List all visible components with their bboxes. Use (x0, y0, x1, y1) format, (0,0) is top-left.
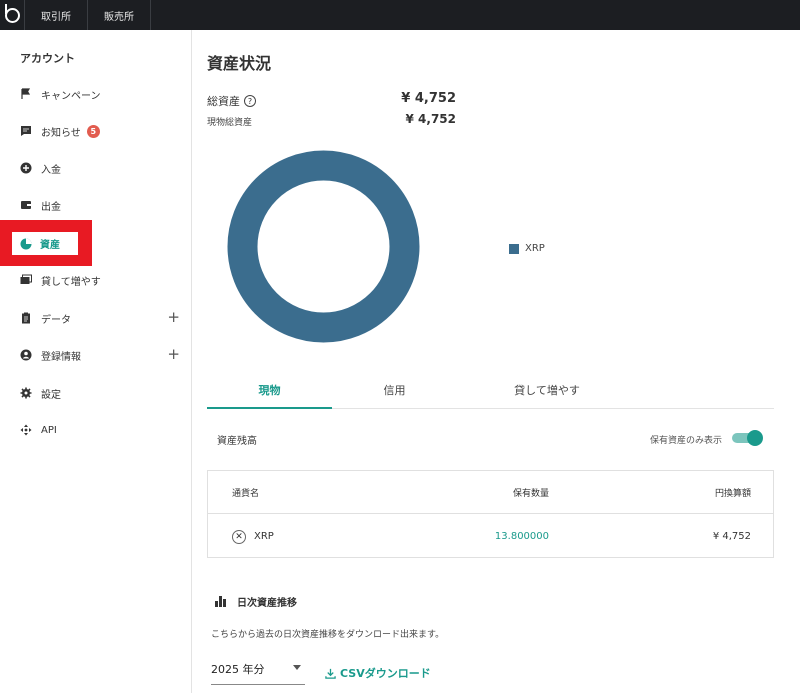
top-tab-store[interactable]: 販売所 (87, 0, 151, 30)
sidebar-item-withdraw[interactable]: 出金 (0, 195, 192, 215)
daily-history-desc: こちらから過去の日次資産推移をダウンロード出来ます。 (211, 630, 445, 640)
daily-history-title: 日次資産推移 (215, 594, 297, 609)
tab-margin[interactable]: 信用 (332, 373, 457, 408)
xrp-icon: ✕ (232, 529, 246, 544)
bar-chart-icon (215, 596, 227, 607)
sidebar-item-label: API (41, 424, 57, 436)
legend-label[interactable]: XRP (525, 243, 545, 254)
lend-icon (20, 274, 32, 286)
sidebar-item-label: 登録情報 (41, 351, 81, 363)
sidebar-item-news[interactable]: お知らせ 5 (0, 121, 192, 141)
download-icon (325, 668, 336, 679)
sidebar-item-label: お知らせ (41, 127, 81, 139)
flag-icon (20, 88, 32, 100)
held-only-label: 保有資産のみ表示 (649, 436, 722, 446)
jpy-cell: ¥ 4,752 (712, 531, 751, 542)
csv-download-button[interactable]: CSVダウンロード (325, 665, 431, 681)
tab-spot[interactable]: 現物 (207, 373, 332, 409)
sidebar-item-settings[interactable]: 設定 (0, 383, 192, 403)
sidebar-item-lending[interactable]: 貸して増やす (0, 270, 192, 290)
help-icon[interactable]: ? (244, 95, 256, 107)
col-currency: 通貨名 (232, 488, 260, 499)
tab-lending[interactable]: 貸して増やす (457, 373, 637, 408)
logo[interactable] (0, 0, 24, 30)
total-assets-text: 総資産 (207, 95, 240, 108)
sidebar-title: アカウント (20, 52, 75, 65)
col-jpy: 円換算額 (714, 488, 751, 499)
api-icon (20, 424, 32, 436)
sidebar-item-label: データ (41, 314, 71, 326)
sidebar-item-assets[interactable]: 資産 (12, 232, 78, 255)
held-only-toggle[interactable] (732, 430, 763, 446)
gear-icon (20, 387, 32, 399)
user-icon (20, 349, 32, 361)
plus-circle-icon (20, 162, 32, 174)
total-assets-value: ¥ 4,752 (401, 91, 456, 106)
wallet-icon (20, 199, 32, 211)
legend-swatch (509, 243, 519, 254)
sidebar-item-campaign[interactable]: キャンペーン (0, 84, 192, 104)
message-icon (20, 125, 32, 137)
table-row: ✕ XRP 13.800000 ¥ 4,752 (208, 515, 773, 558)
donut-slice-xrp[interactable] (227, 150, 420, 343)
year-select[interactable]: 2025 年分 (211, 654, 305, 685)
logo-icon (4, 3, 20, 23)
total-assets-label: 総資産 ? (207, 93, 256, 109)
currency-name: XRP (254, 531, 274, 542)
sidebar-item-label: 資産 (40, 240, 60, 251)
main-content: 資産状況 総資産 ? ¥ 4,752 現物総資産 ¥ 4,752 XRP 現物 … (193, 30, 800, 693)
col-quantity: 保有数量 (512, 488, 549, 499)
year-value: 2025 年分 (211, 663, 265, 676)
expand-icon[interactable]: + (167, 346, 180, 362)
sidebar-item-label: 貸して増やす (41, 276, 101, 288)
clipboard-icon (20, 312, 32, 324)
sidebar-item-label: 出金 (41, 201, 61, 213)
chevron-down-icon (293, 665, 301, 670)
sidebar-item-api[interactable]: API (0, 420, 192, 440)
sidebar-item-data[interactable]: データ + (0, 308, 192, 328)
table-header: 通貨名 保有数量 円換算額 (208, 471, 773, 514)
page-title: 資産状況 (207, 54, 272, 73)
quantity-cell[interactable]: 13.800000 (495, 531, 549, 542)
pie-chart-icon (20, 238, 32, 250)
sidebar-item-label: 入金 (41, 164, 61, 176)
asset-donut-chart (227, 150, 420, 343)
toggle-knob (747, 430, 763, 446)
currency-cell: ✕ XRP (232, 529, 274, 544)
top-bar: 取引所 販売所 (0, 0, 800, 30)
chart-legend: XRP (509, 243, 545, 254)
notification-badge: 5 (86, 124, 100, 138)
balance-title: 資産残高 (217, 436, 257, 447)
sidebar-item-profile[interactable]: 登録情報 + (0, 345, 192, 365)
sidebar-item-label: 設定 (41, 389, 61, 401)
spot-assets-value: ¥ 4,752 (405, 112, 456, 126)
top-tab-exchange[interactable]: 取引所 (24, 0, 87, 30)
sidebar-item-deposit[interactable]: 入金 (0, 158, 192, 178)
expand-icon[interactable]: + (167, 309, 180, 325)
csv-download-label: CSVダウンロード (340, 667, 431, 680)
asset-tabs: 現物 信用 貸して増やす (207, 373, 774, 409)
sidebar: アカウント キャンペーン お知らせ 5 入金 出金 資産 貸して増やす データ … (0, 30, 192, 693)
spot-assets-label: 現物総資産 (207, 118, 253, 128)
balance-table: 通貨名 保有数量 円換算額 ✕ XRP 13.800000 ¥ 4,752 (207, 470, 774, 558)
daily-history-text: 日次資産推移 (237, 598, 297, 609)
sidebar-item-label: キャンペーン (41, 90, 101, 102)
